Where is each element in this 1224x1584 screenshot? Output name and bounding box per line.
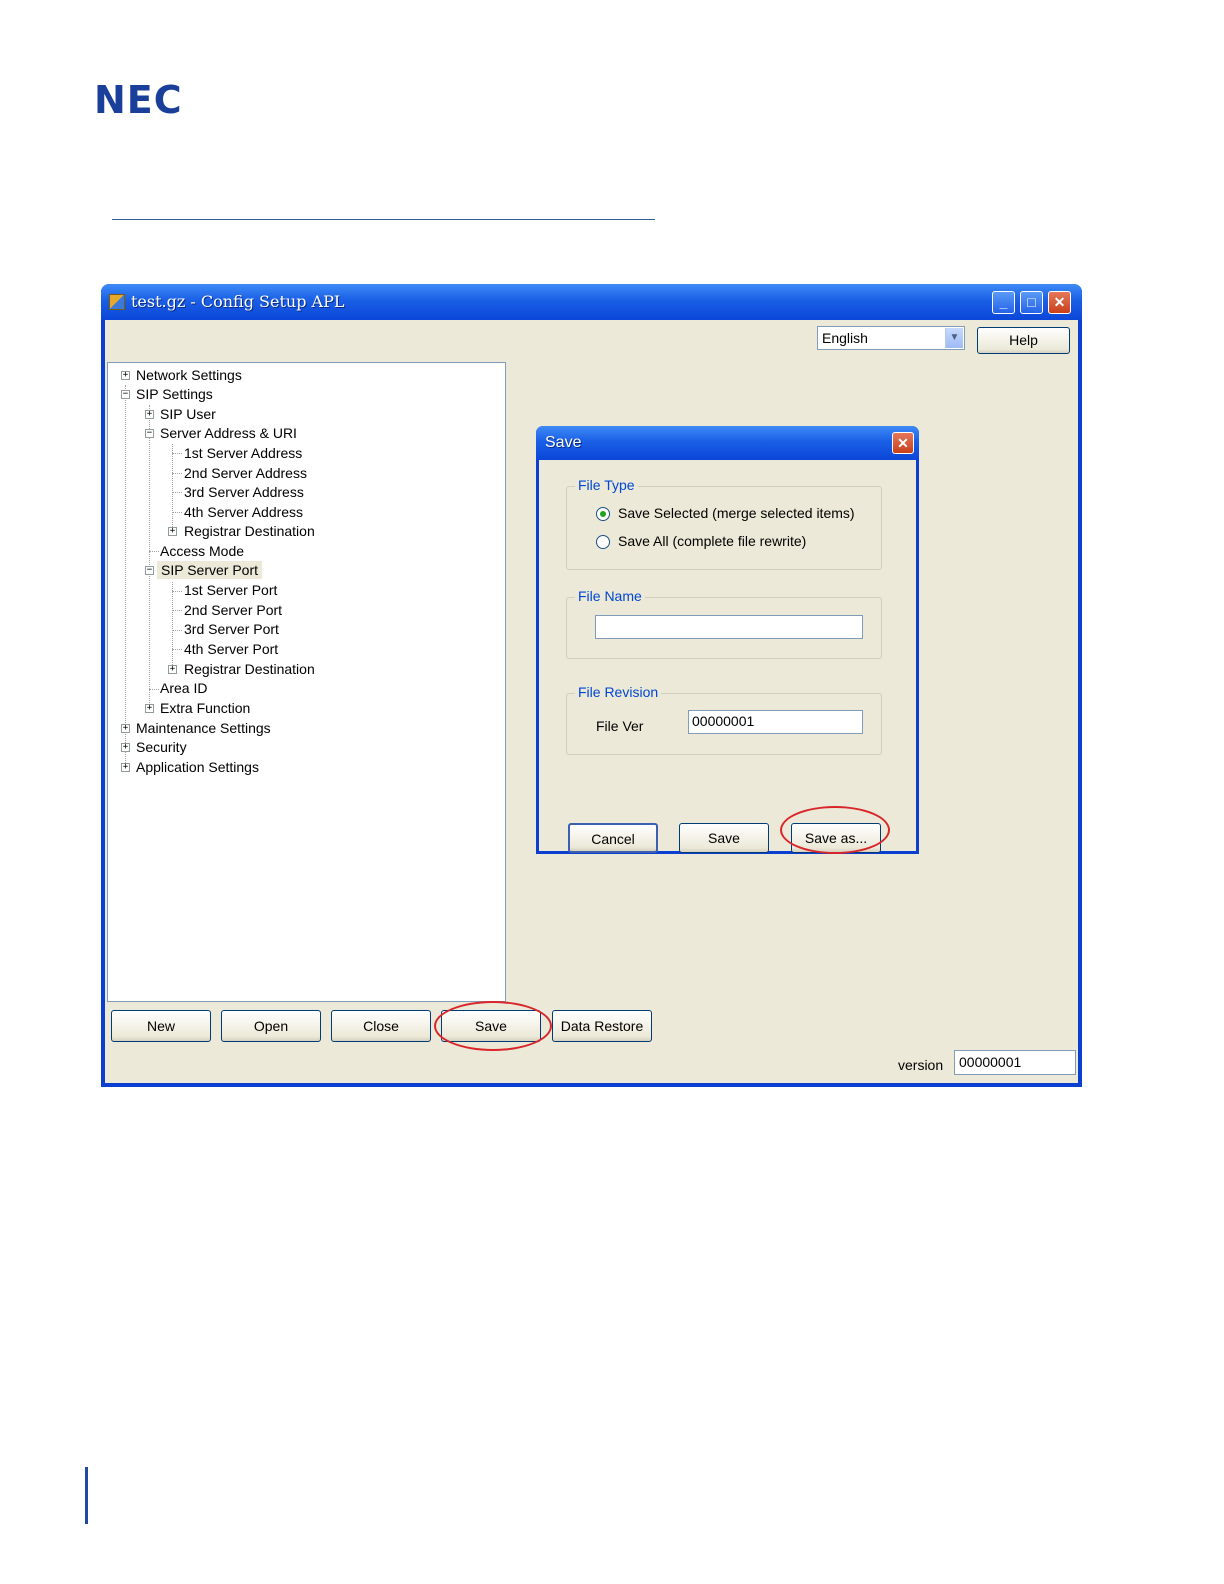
dialog-title: Save (545, 434, 582, 451)
tree-item-registrar-destination[interactable]: Registrar Destination (184, 522, 315, 540)
file-ver-input[interactable]: 00000001 (688, 710, 863, 734)
tree-connector (149, 689, 159, 690)
tree-item-sip-server-port[interactable]: SIP Server Port (157, 561, 263, 579)
tree-item-sip-settings[interactable]: SIP Settings (136, 385, 213, 403)
close-window-button[interactable]: ✕ (1048, 291, 1071, 314)
tree-connector (149, 551, 159, 552)
tree-connector (172, 473, 182, 474)
version-label: version (898, 1057, 944, 1073)
tree-item-4th-server-port[interactable]: 4th Server Port (184, 640, 278, 658)
tree-connector (172, 453, 182, 454)
tree-item-4th-server-address[interactable]: 4th Server Address (184, 503, 303, 521)
language-select[interactable]: English ▼ (817, 326, 965, 350)
tree-item-1st-server-address[interactable]: 1st Server Address (184, 444, 302, 462)
tree-item-2nd-server-port[interactable]: 2nd Server Port (184, 601, 282, 619)
close-dialog-button[interactable]: ✕ (892, 432, 914, 454)
cancel-button[interactable]: Cancel (568, 823, 658, 853)
save-selected-radio[interactable] (596, 507, 610, 521)
tree-item-2nd-server-address[interactable]: 2nd Server Address (184, 464, 307, 482)
dialog-client-area: File Type Save Selected (merge selected … (539, 460, 916, 854)
expand-icon[interactable]: + (121, 724, 130, 733)
tree-item-sip-user[interactable]: SIP User (160, 405, 216, 423)
tree-connector (172, 591, 182, 592)
file-name-group: File Name (566, 588, 882, 659)
tree-item-extra-function[interactable]: Extra Function (160, 699, 250, 717)
tree-connector (172, 444, 173, 531)
expand-icon[interactable]: + (121, 371, 130, 380)
file-revision-label: File Revision (575, 684, 662, 700)
settings-tree[interactable]: + Network Settings − SIP Settings + SIP … (107, 362, 506, 1002)
file-type-group: File Type Save Selected (merge selected … (566, 477, 882, 570)
tree-item-3rd-server-address[interactable]: 3rd Server Address (184, 483, 304, 501)
version-field[interactable]: 00000001 (954, 1050, 1076, 1075)
window-title: test.gz - Config Setup APL (131, 292, 345, 311)
tree-item-maintenance-settings[interactable]: Maintenance Settings (136, 719, 271, 737)
dialog-titlebar: Save ✕ (536, 426, 919, 460)
tree-item-application-settings[interactable]: Application Settings (136, 758, 259, 776)
tree-item-3rd-server-port[interactable]: 3rd Server Port (184, 620, 279, 638)
file-ver-label: File Ver (596, 718, 644, 734)
tree-connector (125, 385, 126, 765)
language-value: English (822, 330, 868, 346)
tree-item-area-id[interactable]: Area ID (160, 679, 207, 697)
close-button[interactable]: Close (331, 1010, 431, 1042)
tree-connector (149, 405, 150, 707)
tree-connector (172, 582, 173, 669)
tree-connector (172, 610, 182, 611)
footer-accent-bar (85, 1467, 88, 1524)
save-selected-label[interactable]: Save Selected (merge selected items) (618, 505, 855, 521)
new-button[interactable]: New (111, 1010, 211, 1042)
save-dialog: Save ✕ File Type Save Selected (merge se… (536, 426, 919, 854)
chevron-down-icon[interactable]: ▼ (945, 328, 963, 348)
tree-item-security[interactable]: Security (136, 738, 187, 756)
file-name-label: File Name (575, 588, 645, 604)
tree-item-access-mode[interactable]: Access Mode (160, 542, 244, 560)
maximize-button[interactable]: □ (1020, 291, 1043, 314)
expand-icon[interactable]: + (145, 704, 154, 713)
tree-item-registrar-destination-port[interactable]: Registrar Destination (184, 660, 315, 678)
header-rule (112, 219, 655, 220)
dialog-save-button[interactable]: Save (679, 823, 769, 853)
expand-icon[interactable]: + (121, 763, 130, 772)
expand-icon[interactable]: + (168, 665, 177, 674)
save-all-label[interactable]: Save All (complete file rewrite) (618, 533, 806, 549)
expand-icon[interactable]: + (168, 527, 177, 536)
help-button[interactable]: Help (977, 327, 1070, 354)
file-name-input[interactable] (595, 615, 863, 639)
file-revision-group: File Revision File Ver 00000001 (566, 684, 882, 755)
save-all-radio[interactable] (596, 535, 610, 549)
tree-item-server-address-uri[interactable]: Server Address & URI (160, 424, 297, 442)
expand-icon[interactable]: + (145, 410, 154, 419)
minimize-button[interactable]: _ (992, 291, 1015, 314)
open-button[interactable]: Open (221, 1010, 321, 1042)
tree-connector (172, 492, 182, 493)
app-icon (109, 294, 125, 310)
tree-connector (172, 630, 182, 631)
data-restore-button[interactable]: Data Restore (552, 1010, 652, 1042)
tree-connector (172, 649, 182, 650)
collapse-icon[interactable]: − (121, 390, 130, 399)
highlight-ring (434, 1001, 552, 1051)
file-type-label: File Type (575, 477, 638, 493)
highlight-ring (780, 806, 890, 854)
tree-item-network-settings[interactable]: Network Settings (136, 366, 242, 384)
collapse-icon[interactable]: − (145, 566, 154, 575)
window-titlebar: test.gz - Config Setup APL _ □ ✕ (101, 284, 1082, 320)
tree-connector (172, 512, 182, 513)
expand-icon[interactable]: + (121, 743, 130, 752)
nec-logo: NEC (94, 78, 183, 122)
tree-item-1st-server-port[interactable]: 1st Server Port (184, 581, 277, 599)
collapse-icon[interactable]: − (145, 429, 154, 438)
